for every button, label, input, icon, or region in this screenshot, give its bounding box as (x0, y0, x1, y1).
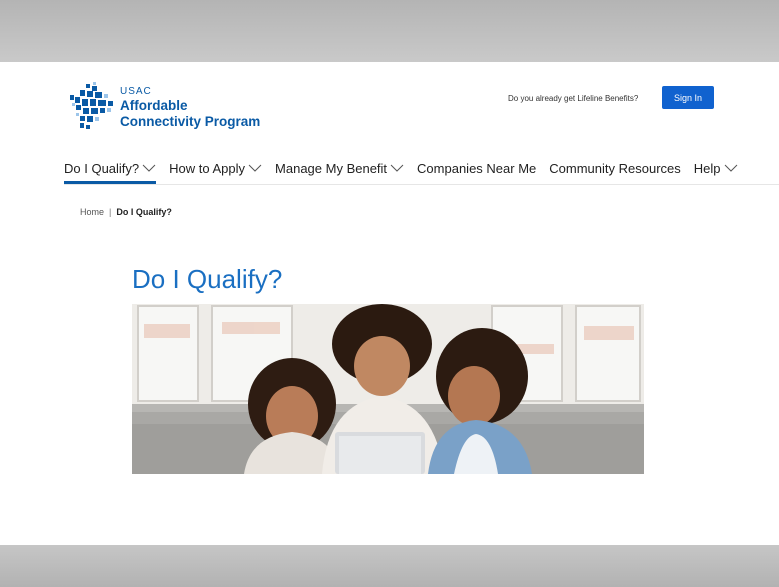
breadcrumb-current: Do I Qualify? (116, 207, 172, 217)
nav-item-label: Do I Qualify? (64, 160, 140, 176)
web-page: USAC Affordable Connectivity Program Do … (8, 62, 779, 545)
nav-item-manage-my-benefit[interactable]: Manage My Benefit (275, 156, 404, 180)
breadcrumb: Home | Do I Qualify? (80, 207, 172, 217)
nav-item-do-i-qualify[interactable]: Do I Qualify? (64, 156, 157, 184)
nav-item-label: Companies Near Me (417, 160, 537, 176)
logo-line-2: Connectivity Program (120, 114, 261, 129)
chevron-down-icon (390, 164, 404, 172)
hero-image-family-laptop (132, 304, 644, 474)
nav-item-companies-near-me[interactable]: Companies Near Me (417, 156, 536, 180)
chevron-down-icon (724, 164, 737, 172)
lifeline-prompt: Do you already get Lifeline Benefits? (508, 94, 639, 103)
nav-item-community-resources[interactable]: Community Resources (549, 156, 681, 180)
logo-wordmark: USAC Affordable Connectivity Program (120, 86, 260, 130)
presentation-frame-top (0, 0, 779, 62)
nav-item-how-to-apply[interactable]: How to Apply (169, 156, 262, 180)
nav-item-label: Community Resources (549, 160, 681, 176)
nav-item-label: Help (693, 160, 721, 176)
nav-item-help[interactable]: Help (694, 156, 738, 180)
presentation-frame-bottom (0, 545, 779, 587)
chevron-down-icon (142, 164, 156, 172)
sign-in-button[interactable]: Sign In (662, 86, 714, 109)
logo-line-1: Affordable (120, 98, 188, 113)
family-photo (132, 304, 644, 474)
main-navigation: Do I Qualify? How to Apply Manage My Ben… (64, 156, 779, 185)
nav-item-label: How to Apply (169, 160, 246, 176)
usac-logo-icon (70, 82, 113, 129)
page-title: Do I Qualify? (132, 264, 283, 294)
acp-logo[interactable]: USAC Affordable Connectivity Program (66, 82, 276, 138)
breadcrumb-separator: | (109, 207, 112, 217)
nav-item-label: Manage My Benefit (275, 160, 388, 176)
logo-org: USAC (120, 86, 152, 97)
breadcrumb-home-link[interactable]: Home (80, 207, 104, 217)
chevron-down-icon (248, 164, 262, 172)
